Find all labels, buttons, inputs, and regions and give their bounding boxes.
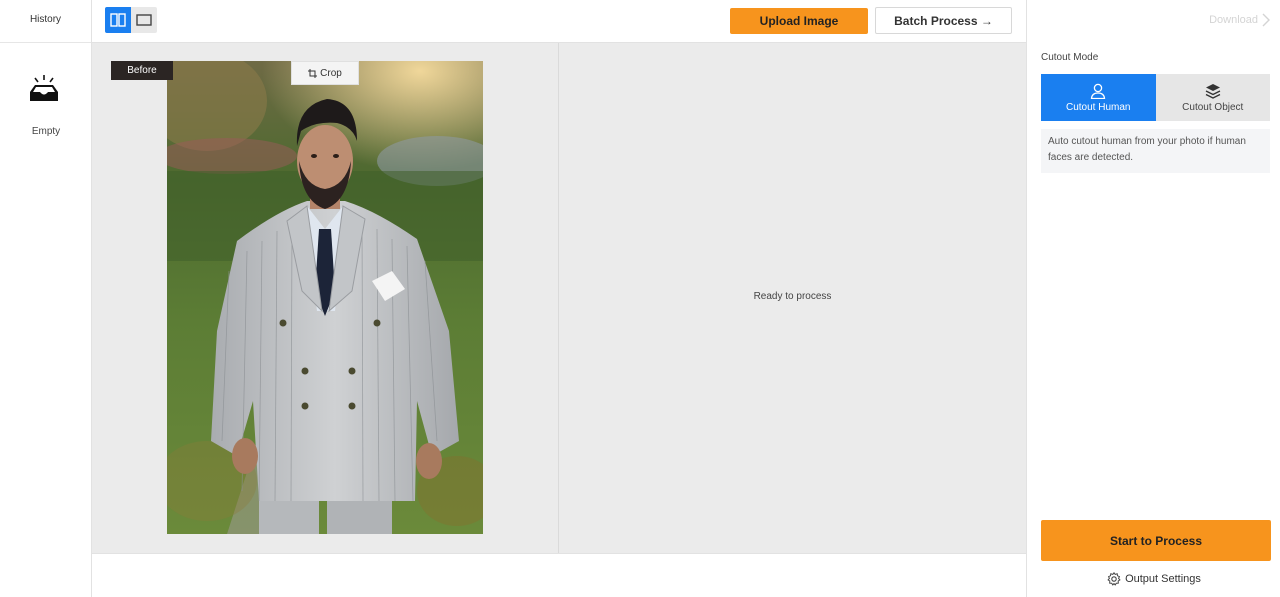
split-view-button[interactable] — [105, 7, 131, 33]
cutout-object-label: Cutout Object — [1182, 101, 1244, 113]
download-label: Download — [1209, 14, 1258, 26]
layers-icon — [1205, 83, 1221, 99]
crop-icon — [308, 68, 318, 78]
crop-button[interactable]: Crop — [291, 61, 359, 85]
cutout-mode-description: Auto cutout human from your photo if hum… — [1041, 129, 1270, 173]
view-mode-toggle — [105, 7, 157, 33]
workspace: Before Crop Ready to process — [92, 43, 1026, 553]
output-settings-button[interactable]: Output Settings — [1027, 572, 1280, 586]
settings-panel: Download Cutout Mode Cutout Human Cutout… — [1026, 0, 1280, 597]
upload-image-button[interactable]: Upload Image — [730, 8, 868, 34]
empty-inbox-icon — [30, 75, 58, 101]
history-title: History — [0, 0, 91, 43]
source-photo — [167, 61, 483, 534]
cutout-mode-label: Cutout Mode — [1041, 52, 1099, 63]
single-view-icon — [136, 14, 152, 26]
person-icon — [1091, 83, 1106, 99]
status-text: Ready to process — [753, 291, 832, 302]
before-pane: Before Crop — [92, 43, 558, 553]
history-sidebar: History Empty — [0, 0, 92, 597]
single-view-button[interactable] — [131, 7, 157, 33]
start-process-button[interactable]: Start to Process — [1041, 520, 1271, 561]
app-root: History Empty Upload Image Batch Process… — [0, 0, 1280, 597]
output-settings-label: Output Settings — [1125, 573, 1201, 585]
cutout-mode-tabs: Cutout Human Cutout Object — [1041, 74, 1270, 121]
cutout-human-tab[interactable]: Cutout Human — [1041, 74, 1156, 121]
download-button[interactable]: Download — [1209, 13, 1270, 27]
crop-label: Crop — [320, 67, 342, 79]
batch-process-button[interactable]: Batch Process → — [875, 7, 1012, 34]
gear-icon — [1107, 572, 1121, 586]
bottom-strip — [92, 553, 1026, 597]
cutout-object-tab[interactable]: Cutout Object — [1155, 74, 1270, 121]
cutout-human-label: Cutout Human — [1066, 101, 1131, 113]
top-toolbar: Upload Image Batch Process → — [92, 0, 1026, 43]
chevron-right-icon — [1262, 13, 1270, 27]
history-empty-label: Empty — [31, 126, 61, 137]
before-label: Before — [111, 61, 173, 80]
split-view-icon — [110, 13, 126, 27]
after-pane: Ready to process — [559, 43, 1026, 553]
